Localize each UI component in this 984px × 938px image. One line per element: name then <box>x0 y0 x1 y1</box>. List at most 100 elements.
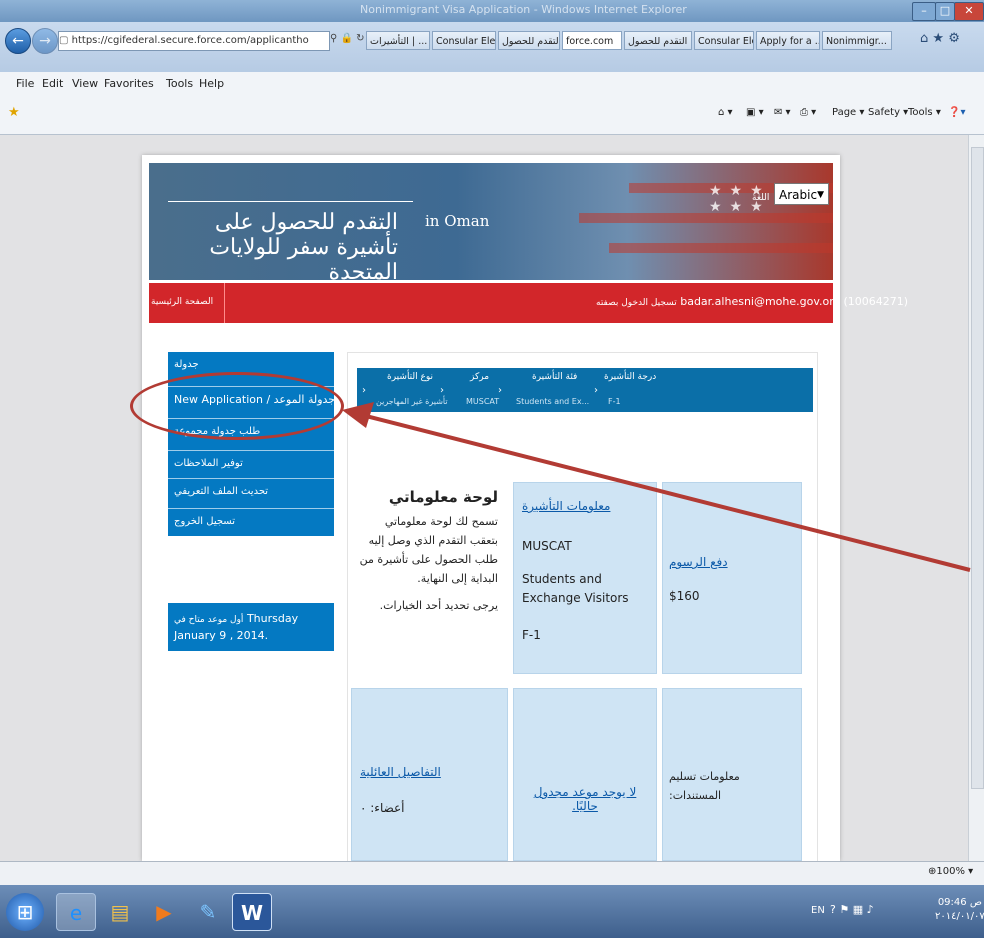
document-delivery-info: معلومات تسليم المستندات: <box>669 770 740 802</box>
page-menu[interactable]: Page ▾ <box>832 107 864 118</box>
browser-tab[interactable]: التقدم للحصول ... <box>498 31 560 50</box>
family-members: أعضاء: ٠ <box>360 801 405 815</box>
window-title-bar: Nonimmigrant Visa Application - Windows … <box>0 0 984 22</box>
tray-icons[interactable]: ? ⚑ ▦ ♪ <box>830 903 874 916</box>
status-bar <box>0 861 984 886</box>
print-icon[interactable]: ⎙ ▾ <box>800 107 816 118</box>
folder-icon: ▤ <box>110 900 130 924</box>
language-select[interactable]: Arabic ▼ <box>774 183 829 205</box>
clock-time: 09:46 ص <box>937 897 982 908</box>
refresh-icon[interactable]: ↻ <box>356 33 364 44</box>
browser-tab[interactable]: Consular Ele... <box>432 31 496 50</box>
browser-tab[interactable]: التأشيرات | ... <box>366 31 430 50</box>
family-card[interactable]: التفاصيل العائلية أعضاء: ٠ <box>351 688 508 861</box>
documents-card[interactable]: معلومات تسليم المستندات: <box>662 688 802 861</box>
mail-icon[interactable]: ✉ ▾ <box>774 107 791 118</box>
menu-favorites[interactable]: Favorites <box>104 77 154 90</box>
taskbar-app[interactable]: ✎ <box>188 893 228 931</box>
chevron-right-icon: › <box>362 385 366 396</box>
menu-help[interactable]: Help <box>199 77 224 90</box>
word-icon: W <box>240 901 264 925</box>
lock-icon: 🔒 <box>340 33 353 44</box>
safety-menu[interactable]: Safety ▾ <box>868 107 908 118</box>
home-command-icon[interactable]: ⌂ ▾ <box>718 107 733 118</box>
taskbar-media[interactable]: ▶ <box>144 893 184 931</box>
divider <box>224 283 225 323</box>
taskbar-word[interactable]: W <box>232 893 272 931</box>
paint-icon: ✎ <box>199 900 217 924</box>
home-icon[interactable]: ⌂ <box>920 31 928 46</box>
appointment-card[interactable]: لا يوجد موعد مجدول حاليًا. <box>513 688 657 861</box>
chevron-right-icon: › <box>594 385 598 396</box>
back-button[interactable]: ← <box>5 28 31 54</box>
favorites-add-icon[interactable]: ★ <box>8 105 20 120</box>
logged-in-label: تسجيل الدخول بصفته <box>596 298 677 308</box>
system-clock[interactable]: 09:46 ص ٢٠١٤/٠١/٠٧ <box>935 896 984 924</box>
user-email: badar.alhesni@mohe.gov.om (10064271) <box>680 295 909 308</box>
address-bar[interactable]: ▢ https://cgifederal.secure.force.com/ap… <box>58 31 330 51</box>
flag-icon[interactable]: ⚑ <box>839 903 849 916</box>
browser-tab[interactable]: Consular Ele... <box>694 31 754 50</box>
media-player-icon: ▶ <box>156 900 172 924</box>
country-label: in Oman <box>425 212 490 230</box>
menu-view[interactable]: View <box>72 77 98 90</box>
breadcrumb-label: مركز <box>470 372 490 382</box>
sidebar-item-logout[interactable]: تسجيل الخروج <box>168 508 334 534</box>
breadcrumb-label: فئة التأشيرة <box>532 372 578 382</box>
logged-in-user: تسجيل الدخول بصفته badar.alhesni@mohe.go… <box>596 295 908 308</box>
address-url: https://cgifederal.secure.force.com/appl… <box>71 35 309 46</box>
browser-tab[interactable]: Nonimmigr... <box>822 31 892 50</box>
chevron-right-icon: › <box>440 385 444 396</box>
menu-tools[interactable]: Tools <box>166 77 193 90</box>
menu-file[interactable]: File <box>16 77 34 90</box>
annotation-ellipse <box>130 372 344 440</box>
windows-logo-icon: ⊞ <box>16 900 34 924</box>
close-button[interactable]: ✕ <box>954 2 984 21</box>
gear-icon[interactable]: ⚙ <box>948 31 960 46</box>
menu-edit[interactable]: Edit <box>42 77 63 90</box>
network-icon[interactable]: ▦ <box>853 903 863 916</box>
family-details-link[interactable]: التفاصيل العائلية <box>360 765 499 779</box>
sidebar-item-feedback[interactable]: توفير الملاحظات <box>168 450 334 476</box>
home-link[interactable]: الصفحة الرئيسية <box>151 297 213 307</box>
chevron-right-icon: › <box>498 385 502 396</box>
start-button[interactable]: ⊞ <box>6 893 44 931</box>
flag-stripe <box>609 243 833 253</box>
toolbar-icons[interactable]: ⌂ ★ ⚙ <box>920 31 960 46</box>
taskbar-explorer[interactable]: ▤ <box>100 893 140 931</box>
clock-date: ٢٠١٤/٠١/٠٧ <box>935 911 984 922</box>
volume-icon[interactable]: ♪ <box>867 903 874 916</box>
search-icon[interactable]: ⚲ <box>330 33 337 44</box>
fee-amount: $160 <box>669 589 700 603</box>
annotation-arrow <box>342 402 971 572</box>
internet-explorer-icon: e <box>69 901 83 925</box>
browser-tab-active[interactable]: force.com <box>562 31 622 50</box>
first-available-appointment: أول موعد متاح في Thursday January 9 , 20… <box>168 603 334 651</box>
chevron-down-icon: ▼ <box>817 190 824 200</box>
help-icon[interactable]: ? <box>830 903 836 916</box>
forward-button[interactable]: → <box>32 28 58 54</box>
tools-menu[interactable]: Tools ▾ <box>908 107 941 118</box>
language-label: اللغة <box>752 193 770 203</box>
zoom-control[interactable]: ⊕100% ▾ <box>928 866 973 877</box>
page-icon: ▢ <box>59 35 72 46</box>
title-rule <box>168 201 413 202</box>
input-language[interactable]: EN <box>811 905 825 916</box>
breadcrumb-label: درجة التأشيرة <box>604 372 657 382</box>
back-arrow-icon: ← <box>12 33 24 49</box>
maximize-button[interactable]: □ <box>935 2 955 21</box>
browser-tab[interactable]: Apply for a ... <box>756 31 820 50</box>
minimize-button[interactable]: – <box>912 2 936 21</box>
page-title: التقدم للحصول على تأشيرة سفر للولايات ال… <box>209 210 398 285</box>
visa-class: F-1 <box>522 628 541 642</box>
feeds-icon[interactable]: ▣ ▾ <box>746 107 764 118</box>
favorites-star-icon[interactable]: ★ <box>932 31 944 46</box>
forward-arrow-icon: → <box>39 33 51 49</box>
window-title: Nonimmigrant Visa Application - Windows … <box>360 3 687 16</box>
browser-tab[interactable]: التقدم للحصول ... <box>624 31 692 50</box>
sidebar-item-update-profile[interactable]: تحديث الملف التعريفي <box>168 478 334 504</box>
help-icon[interactable]: ❓▾ <box>948 107 965 118</box>
taskbar-ie[interactable]: e <box>56 893 96 931</box>
appointment-status[interactable]: لا يوجد موعد مجدول حاليًا. <box>522 785 648 813</box>
annotation-arrow-line <box>357 412 971 572</box>
